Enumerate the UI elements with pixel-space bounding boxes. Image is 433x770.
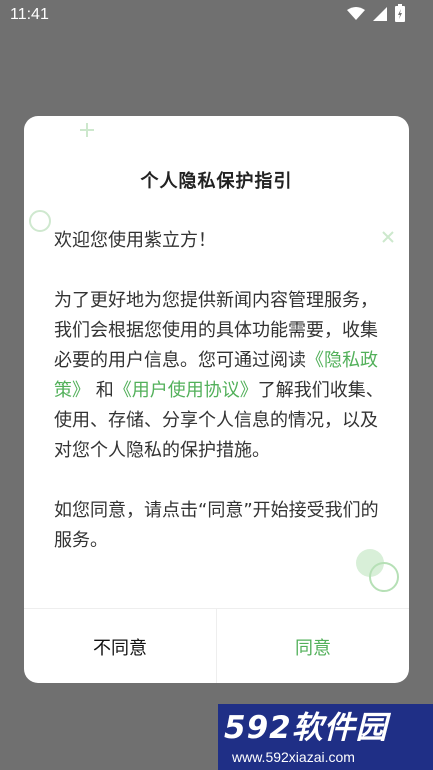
info-paragraph: 为了更好地为您提供新闻内容管理服务，我们会根据您使用的具体功能需要，收集必要的用… [54, 286, 384, 466]
and-text: 和 [95, 380, 114, 401]
ring-decoration-icon [29, 210, 51, 232]
agree-button[interactable]: 同意 [217, 609, 409, 683]
status-icons [347, 4, 405, 26]
status-time: 11:41 [10, 6, 49, 23]
battery-icon [395, 4, 405, 26]
ring-decoration-icon [369, 562, 399, 592]
dialog-body: 欢迎您使用紫立方！ 为了更好地为您提供新闻内容管理服务，我们会根据您使用的具体功… [54, 226, 384, 556]
watermark-url: www.592xiazai.com [232, 749, 355, 765]
dialog-title: 个人隐私保护指引 [140, 171, 293, 192]
user-agreement-link[interactable]: 《用户使用协议》 [114, 380, 258, 401]
watermark-logo: 592软件园 [224, 710, 388, 746]
cell-signal-icon [373, 6, 387, 25]
privacy-dialog: 个人隐私保护指引 欢迎您使用紫立方！ 为了更好地为您提供新闻内容管理服务，我们会… [24, 116, 409, 683]
plus-decoration-icon [80, 122, 94, 137]
welcome-text: 欢迎您使用紫立方！ [54, 230, 216, 251]
wifi-icon [347, 6, 365, 25]
watermark: 592软件园 www.592xiazai.com [218, 704, 433, 770]
status-bar: 11:41 [0, 0, 433, 30]
dialog-footer: 不同意 同意 [24, 608, 409, 683]
consent-text: 如您同意，请点击“同意”开始接受我们的服务。 [54, 500, 379, 551]
disagree-button[interactable]: 不同意 [24, 609, 217, 683]
